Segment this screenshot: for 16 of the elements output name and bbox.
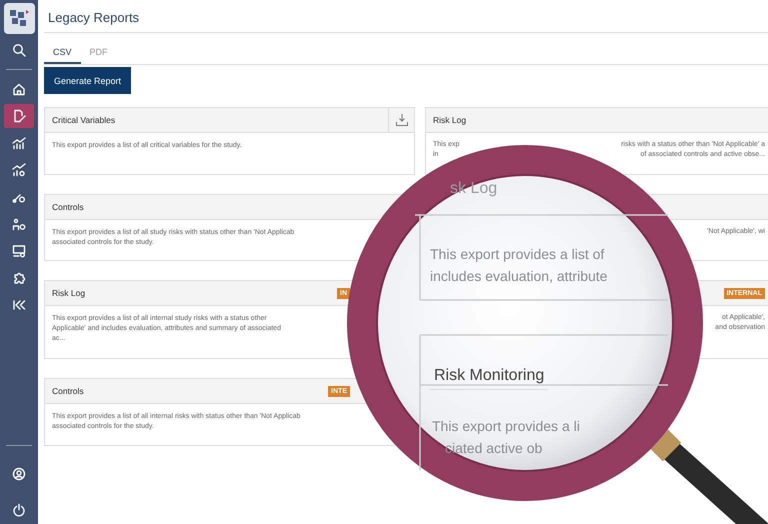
magnified-text: includes evaluation, attribute xyxy=(430,268,608,284)
card-title: Critical Variables xyxy=(52,115,116,125)
magnified-text: This export provides a li xyxy=(432,418,580,434)
magnified-card-title: Risk Monitoring xyxy=(430,357,548,390)
cubes-logo-icon xyxy=(4,3,34,34)
magnified-text: This export provides a list of xyxy=(430,246,604,262)
card-title: Risk Log xyxy=(433,115,466,125)
card-title: Controls xyxy=(52,386,84,396)
card-title: Controls xyxy=(52,202,84,212)
magnified-text: sk Log xyxy=(450,180,498,198)
generate-report-button[interactable]: Generate Report xyxy=(44,67,132,94)
magnified-text: ciated active ob xyxy=(445,440,542,456)
card-title: Risk Log xyxy=(52,288,86,298)
page-title: Legacy Reports xyxy=(44,0,768,33)
document-edit-icon[interactable] xyxy=(4,104,34,128)
tab[interactable]: CSV xyxy=(44,42,81,64)
